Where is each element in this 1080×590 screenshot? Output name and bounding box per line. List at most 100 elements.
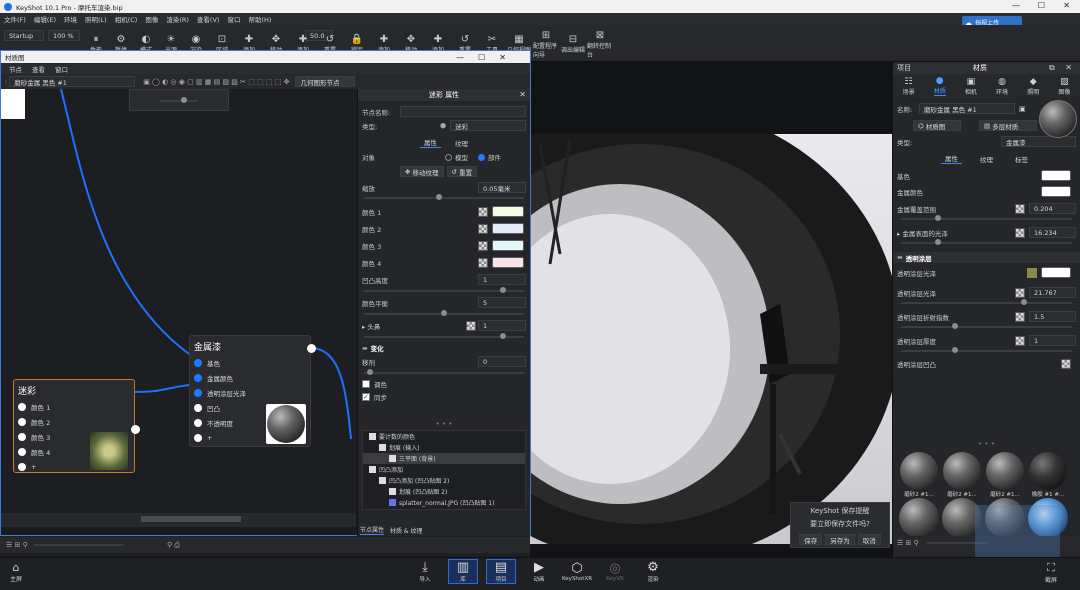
multi-material-button[interactable]: ▤ 多层材质 [979, 120, 1037, 131]
move-texture-button[interactable]: ✥ 移动纹理 [400, 166, 444, 177]
bottom-bar-item[interactable]: ⚙ 渲染 [638, 560, 668, 583]
splitter-handle[interactable]: • • • [893, 440, 1080, 448]
property-slider[interactable] [901, 215, 1072, 221]
tree-item[interactable]: splatter_normal.JPG (凹凸贴图 1) [363, 497, 525, 508]
library-toolbar[interactable]: ☰ ⊞ ⚲ ⚲ ⎙ [0, 537, 530, 553]
maximize-icon[interactable]: ☐ [1038, 1, 1045, 10]
bottom-bar-item[interactable]: ▤ 项目 [486, 559, 516, 584]
type-select[interactable]: 迷彩 [450, 120, 526, 131]
input-port[interactable] [18, 447, 26, 456]
texture-icon[interactable] [478, 240, 488, 251]
input-port[interactable] [18, 402, 26, 411]
material-subtab[interactable]: 标签 [1011, 154, 1032, 164]
splitter-handle[interactable]: • • • [358, 420, 530, 428]
zoom-select[interactable]: 100 % [48, 30, 80, 41]
metal-paint-node[interactable]: 金属漆 基色 金属颜色 透明涂层光泽 凹凸 不透明度 + [189, 335, 311, 447]
material-thumb[interactable]: 橡胶 #1 #... [1028, 452, 1068, 498]
tree-item[interactable]: 凹凸添加 (凹凸贴图 2) [363, 475, 525, 486]
material-subtab[interactable]: 属性 [941, 153, 962, 164]
menu-item[interactable]: 照明(L) [85, 14, 107, 24]
tree-item[interactable]: 要计数的颜色 [363, 431, 525, 442]
toolbar-tool[interactable]: ⊠ 翻转控制台 [587, 28, 613, 60]
color-swatch[interactable] [492, 206, 524, 217]
graph-tools[interactable]: ▣ ◯ ◐ ◎ ◉ ▢ ▥ ▦ ▤ ▧ ▨ ✂ ⬚ ⬚ ⬚ ⬚ ✥ [143, 78, 289, 86]
variation-slider[interactable] [364, 369, 524, 375]
balance-slider[interactable] [364, 310, 524, 316]
material-thumb[interactable]: 磨砂2 #1... [942, 452, 982, 498]
node-port-row[interactable]: 颜色 2 [18, 414, 130, 429]
color-swatch[interactable] [1041, 267, 1071, 278]
material-thumb[interactable]: 磨砂2 #1... [899, 452, 939, 498]
radio-part[interactable] [478, 153, 485, 161]
node-name-input[interactable] [400, 106, 526, 117]
toolbar-tool[interactable]: ⊞ 配置程序向导 [533, 28, 559, 60]
tree-item[interactable]: 划痕 (输入) [363, 442, 525, 453]
value-field[interactable]: 1 [1029, 335, 1076, 346]
props-footer-tab[interactable]: 节点属性 [360, 525, 385, 535]
scale2-field[interactable]: 1 [478, 320, 526, 331]
texture-icon[interactable] [478, 206, 488, 217]
save-material-icon[interactable]: ▣ [1019, 105, 1026, 113]
radio-model[interactable] [445, 153, 452, 161]
menu-item[interactable]: 查看(V) [197, 14, 220, 24]
tree-item[interactable]: 三平面 (背景) [363, 453, 525, 464]
color-swatch[interactable] [492, 240, 524, 251]
material-subtab[interactable]: 纹理 [976, 154, 997, 164]
close-props-icon[interactable]: ✕ [519, 90, 526, 99]
texture-icon[interactable] [1027, 267, 1037, 278]
menu-item[interactable]: 编辑(E) [34, 14, 56, 24]
menu-item[interactable]: 相机(C) [115, 14, 138, 24]
texture-icon[interactable] [1015, 335, 1025, 346]
input-port[interactable] [194, 403, 202, 412]
material-type-select[interactable]: 金属漆 [1001, 136, 1076, 147]
menu-item[interactable]: 帮助(H) [248, 14, 271, 24]
property-slider[interactable] [901, 239, 1072, 245]
bottom-bar-item[interactable]: ⬡ KeyShotXR [562, 561, 592, 582]
input-port[interactable] [194, 418, 202, 427]
close-icon[interactable]: ✕ [1063, 1, 1070, 10]
texture-icon[interactable] [478, 223, 488, 234]
input-port[interactable] [194, 388, 202, 397]
bottom-bar-item[interactable]: ◎ KeyVR [600, 561, 630, 582]
material-select[interactable]: 磨砂金属 黑色 #1 [9, 76, 136, 87]
input-port[interactable] [194, 433, 202, 442]
sync-checkbox[interactable]: ✓ [362, 393, 370, 401]
bottom-bar-item[interactable]: ⤓ 导入 [410, 560, 440, 583]
input-port[interactable] [18, 417, 26, 426]
toolbar-tool[interactable]: ⊟ 调出编辑 [560, 28, 586, 60]
panel-tab[interactable]: ▨ 图像 [1058, 77, 1070, 96]
dialog-cancel-button[interactable]: 取消 [857, 534, 881, 545]
speckle-node[interactable]: 迷彩 颜色 1 颜色 2 颜色 3 颜色 4 + [13, 379, 135, 473]
variation-field[interactable]: 0 [478, 356, 526, 367]
scale2-slider[interactable] [364, 333, 524, 339]
node-port-row[interactable]: 透明涂层光泽 [194, 385, 306, 400]
panel-controls[interactable]: ⧉ ✕ [1049, 63, 1076, 73]
menu-item[interactable]: 环境 [64, 14, 77, 24]
node-port-row[interactable]: 基色 [194, 355, 306, 370]
scale-field[interactable]: 0.05毫米 [478, 182, 526, 193]
props-footer-tab[interactable]: 材质 & 纹理 [390, 526, 423, 535]
node-port-row[interactable]: 金属颜色 [194, 370, 306, 385]
node-graph-canvas[interactable]: 金属漆 基色 金属颜色 透明涂层光泽 凹凸 不透明度 + 迷彩 颜色 1 颜色 2 颜色 3 颜… [1, 89, 356, 527]
dialog-save-button[interactable]: 保存 [799, 534, 823, 545]
tone-checkbox[interactable] [362, 380, 370, 388]
node-partial[interactable] [129, 89, 229, 111]
texture-icon[interactable] [1061, 358, 1071, 369]
menu-item[interactable]: 窗口 [227, 14, 240, 24]
tab-properties[interactable]: 属性 [420, 137, 441, 148]
value-field[interactable]: 16.234 [1029, 227, 1076, 238]
minimize-icon[interactable]: — [1012, 1, 1020, 10]
home-button[interactable]: ⌂ 主屏 [10, 561, 22, 583]
panel-tab[interactable]: ● 材质 [933, 76, 946, 96]
value-field[interactable]: 1.5 [1029, 311, 1076, 322]
panel-tab[interactable]: ◆ 照明 [1027, 77, 1039, 96]
material-thumb[interactable] [899, 498, 939, 538]
input-port[interactable] [194, 358, 202, 367]
input-port[interactable] [18, 462, 26, 471]
texture-icon[interactable] [1015, 203, 1025, 214]
bump-field[interactable]: 1 [478, 274, 526, 285]
panel-tab[interactable]: ☷ 场景 [903, 77, 915, 96]
value-field[interactable]: 21.767 [1029, 287, 1076, 298]
screenshot-button[interactable]: ⛶ 截屏 [1045, 561, 1057, 584]
texture-icon[interactable] [1015, 311, 1025, 322]
